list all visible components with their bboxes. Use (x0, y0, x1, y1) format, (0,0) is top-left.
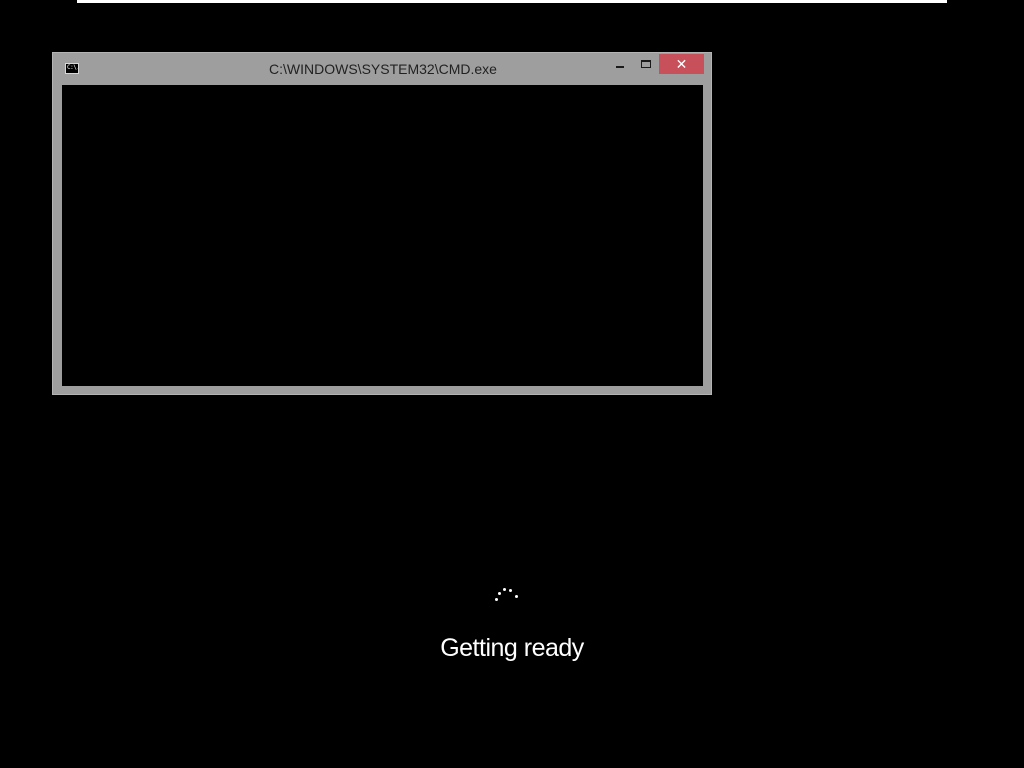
spinner-dot (509, 589, 512, 592)
cmd-icon-text: C:\. (67, 64, 79, 71)
window-title: C:\WINDOWS\SYSTEM32\CMD.exe (269, 61, 497, 77)
spinner-dot (498, 592, 501, 595)
console-output[interactable] (62, 85, 703, 386)
top-white-bar (77, 0, 947, 3)
close-icon: ✕ (675, 56, 688, 72)
spinner-dot (503, 588, 506, 591)
maximize-icon (641, 60, 651, 68)
minimize-button[interactable] (607, 54, 633, 74)
maximize-button[interactable] (633, 54, 659, 74)
minimize-icon (616, 66, 624, 68)
loading-spinner-icon (492, 584, 522, 606)
boot-screen: C:\. C:\WINDOWS\SYSTEM32\CMD.exe ✕ Getti… (0, 0, 1024, 768)
cmd-icon[interactable]: C:\. (65, 63, 79, 74)
spinner-dot (515, 595, 518, 598)
close-button[interactable]: ✕ (659, 54, 704, 74)
cmd-window[interactable]: C:\. C:\WINDOWS\SYSTEM32\CMD.exe ✕ (52, 52, 712, 395)
spinner-dot (495, 598, 498, 601)
boot-status-text: Getting ready (440, 634, 584, 662)
cmd-titlebar[interactable]: C:\. C:\WINDOWS\SYSTEM32\CMD.exe ✕ (53, 53, 711, 85)
